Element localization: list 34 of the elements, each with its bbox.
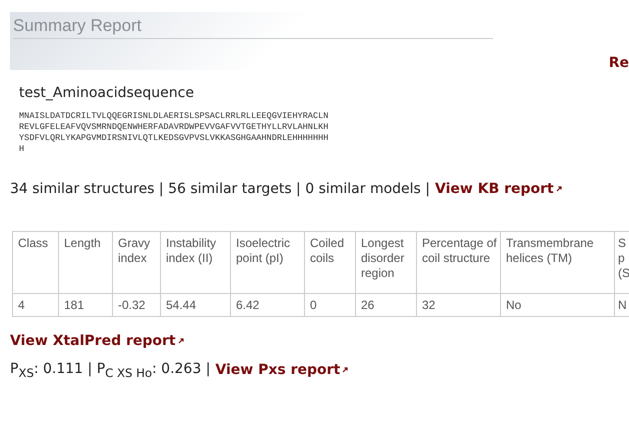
column-header: Coiled coils [304,232,356,294]
pxs-report-link[interactable]: View Pxs report [215,361,348,380]
external-link-icon [556,186,562,192]
table-cell: 32 [416,294,500,316]
table-cell: 54.44 [160,294,230,316]
sequence-line: YSDFVLQRLYKAPGVMDIRSNIVLQTLKEDSGVPVSLVKKASGHGAAHNDRLEHHHHHHH [19,133,330,144]
external-link-icon [342,367,348,374]
column-header: S p (S [614,232,629,294]
column-header: Instability index (II) [160,232,230,294]
external-link-icon [178,338,184,344]
table-cell: 4 [12,294,58,316]
column-header: Length [58,232,112,294]
table-cell: -0.32 [112,294,160,316]
table-cell: 0 [304,294,356,316]
target-name: test_Aminoacidsequence [19,85,195,101]
table-cell: 26 [356,294,416,316]
column-header: Class [12,232,58,294]
column-header: Longest disorder region [356,232,416,294]
pxs-scores: P$_{XS}$: 0.111 | P$_{C XS Ho}$: 0.263 | [10,361,210,380]
report-link[interactable]: Re [608,55,629,71]
column-header: Gravy index [112,232,160,294]
column-header: Isoelectric point (pI) [230,232,304,294]
column-header: Transmembrane helices (TM) [500,232,614,294]
similarity-summary: 34 similar structures | 56 similar targets | 0 similar models | [10,181,430,197]
kb-report-link[interactable]: View KB report [435,181,562,197]
table-cell: 6.42 [230,294,304,316]
sequence-line: REVLGFELEAFVQVSMRNDQENWHERFADAVRDWPEVVGAFVVTGETHYLLRVLAHNLKH [19,122,330,133]
column-header: Percentage of coil structure [416,232,500,294]
page-title: Summary Report [13,16,493,39]
table-cell: No [500,294,614,316]
sequence-line: H [19,144,26,155]
xtalpred-report-link[interactable]: View XtalPred report [10,333,184,349]
sequence-line: MNAISLDATDCRILTVLQQEGRISNLDLAERISLSPSACLRRLRLLEEQGVIEHYRACLN [19,111,330,122]
table-cell: 181 [58,294,112,316]
